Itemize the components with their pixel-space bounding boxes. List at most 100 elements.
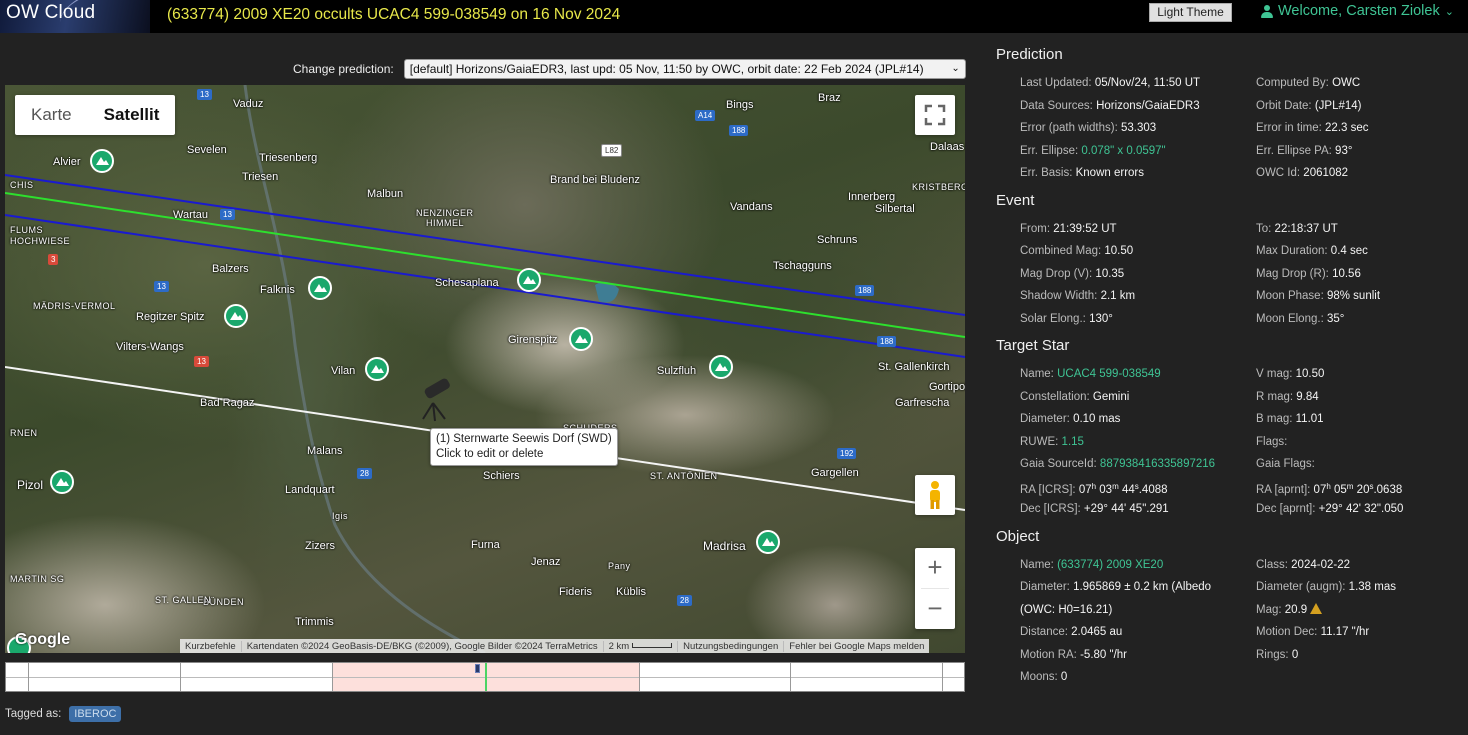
mountain-icon[interactable] (224, 304, 248, 328)
timeline-tick (28, 663, 29, 691)
telescope-icon[interactable] (422, 377, 451, 422)
tag-iberoc[interactable]: IBEROC (69, 706, 122, 722)
mountain-icon[interactable] (308, 276, 332, 300)
zoom-control: + − (915, 548, 955, 629)
place-label: Brand bei Bludenz (550, 174, 640, 186)
prediction-select-value: [default] Horizons/GaiaEDR3, last upd: 0… (409, 62, 924, 76)
detail-row: RA [ICRS]: 07h 03m 44s.4088 (1020, 481, 1168, 496)
mountain-icon[interactable] (756, 530, 780, 554)
map-type-satellit-button[interactable]: Satellit (88, 95, 176, 135)
road-label: 3 (48, 254, 59, 265)
mountain-icon[interactable] (517, 268, 541, 292)
detail-row: R mag: 9.84 (1256, 390, 1319, 403)
detail-row: Solar Elong.: 130° (1020, 312, 1113, 325)
place-label: MÄDRIS-VERMOL (33, 301, 116, 311)
road-label: L82 (601, 144, 623, 157)
detail-row: OWC Id: 2061082 (1256, 167, 1349, 179)
light-theme-button[interactable]: Light Theme (1149, 3, 1232, 22)
place-label: Bad Ragaz (200, 397, 255, 409)
user-icon (1261, 4, 1273, 18)
detail-row: Diameter (augm): 1.38 mas (1256, 581, 1396, 593)
fullscreen-button[interactable] (915, 95, 955, 135)
report-error-link[interactable]: Fehler bei Google Maps melden (783, 640, 929, 652)
mountain-icon[interactable] (50, 470, 74, 494)
place-label: FLUMS (10, 225, 44, 235)
prediction-grid: Last Updated: 05/Nov/24, 11:50 UT Comput… (1020, 72, 1466, 185)
keyboard-shortcuts-link[interactable]: Kurzbefehle (180, 641, 241, 652)
street-view-pegman[interactable] (915, 475, 955, 515)
place-label: Schiers (483, 470, 520, 482)
detail-row: Gaia SourceId: 887938416335897216 (1020, 458, 1216, 470)
detail-row: RUWE: 1.15 (1020, 435, 1084, 448)
ruwe-link[interactable]: 1.15 (1062, 436, 1084, 448)
section-title-prediction: Prediction (996, 46, 1063, 63)
place-label: Madrisa (703, 539, 746, 553)
detail-row: Moon Phase: 98% sunlit (1256, 290, 1381, 302)
timeline[interactable] (5, 662, 965, 692)
app-logo[interactable]: OW Cloud (0, 0, 150, 33)
map[interactable]: Vaduz Sevelen Triesenberg Triesen Malbun… (5, 85, 965, 653)
mountain-icon[interactable] (709, 355, 733, 379)
detail-row: (OWC: H0=16.21) (1020, 603, 1113, 616)
detail-row: Computed By: OWC (1256, 77, 1361, 89)
detail-row: Last Updated: 05/Nov/24, 11:50 UT (1020, 77, 1201, 89)
map-attribution: Kartendaten ©2024 GeoBasis-DE/BKG (©2009… (240, 640, 603, 652)
object-grid: Name: (633774) 2009 XE20 Class: 2024-02-… (1020, 554, 1466, 689)
map-footer: Kurzbefehle Kartendaten ©2024 GeoBasis-D… (180, 639, 930, 653)
terms-link[interactable]: Nutzungsbedingungen (677, 640, 783, 652)
place-label: Gortipohl (929, 381, 965, 393)
gaia-source-link[interactable]: 887938416335897216 (1100, 458, 1215, 470)
place-label: Silbertal (875, 203, 915, 215)
timeline-central-time (485, 663, 487, 691)
observer-tooltip[interactable]: (1) Sternwarte Seewis Dorf (SWD) Click t… (430, 428, 618, 466)
mountain-icon[interactable] (365, 357, 389, 381)
tags-label: Tagged as: (5, 708, 62, 720)
place-label: Vilters-Wangs (116, 341, 184, 353)
place-label: Braz (818, 92, 841, 104)
detail-row: Constellation: Gemini (1020, 390, 1130, 403)
fullscreen-icon (924, 104, 946, 126)
star-name-link[interactable]: UCAC4 599-038549 (1057, 368, 1161, 380)
road-label: 13 (194, 356, 209, 367)
zoom-out-button[interactable]: − (915, 589, 955, 629)
object-name-link[interactable]: (633774) 2009 XE20 (1057, 559, 1163, 571)
timeline-tick (790, 663, 791, 691)
prediction-select[interactable]: [default] Horizons/GaiaEDR3, last upd: 0… (403, 59, 966, 79)
place-label: HOCHWIESE (10, 236, 71, 246)
place-label: Balzers (212, 263, 249, 275)
error-ellipse-link[interactable]: 0.078" x 0.0597" (1081, 145, 1165, 157)
place-label: HIMMEL (426, 218, 465, 228)
timeline-slider-handle[interactable] (475, 664, 480, 673)
place-label: ST. ANTÖNIEN (650, 471, 718, 481)
place-label: Küblis (616, 586, 646, 598)
place-label: Wartau (173, 209, 209, 221)
prediction-selector: Change prediction: [default] Horizons/Ga… (293, 59, 966, 79)
place-label: Malbun (367, 188, 404, 200)
tags-row: Tagged as: IBEROC (5, 706, 122, 722)
place-label: KRISTBERG (912, 182, 965, 192)
place-label: Girenspitz (508, 334, 558, 346)
place-label: Regitzer Spitz (136, 311, 205, 323)
place-label: Vandans (730, 201, 773, 213)
detail-row: Err. Ellipse PA: 93° (1256, 144, 1353, 157)
place-label: Vaduz (233, 98, 264, 110)
place-label: Garfrescha (895, 397, 950, 409)
road-label: A14 (695, 110, 716, 121)
place-label: Pizol (17, 478, 44, 492)
detail-row: Data Sources: Horizons/GaiaEDR3 (1020, 99, 1200, 112)
scale-indicator[interactable]: 2 km (602, 640, 678, 652)
detail-row: Name: (633774) 2009 XE20 (1020, 558, 1164, 571)
place-label: Trimmis (295, 616, 334, 628)
user-menu[interactable]: Welcome, Carsten Ziolek ⌄ (1261, 3, 1454, 19)
event-grid: From: 21:39:52 UT To: 22:18:37 UT Combin… (1020, 218, 1466, 331)
place-label: Triesen (242, 171, 279, 183)
mountain-icon[interactable] (90, 149, 114, 173)
detail-row: Max Duration: 0.4 sec (1256, 245, 1368, 257)
detail-row: Err. Basis: Known errors (1020, 167, 1144, 179)
zoom-in-button[interactable]: + (915, 548, 955, 588)
map-type-karte-button[interactable]: Karte (15, 95, 88, 135)
map-overlay (5, 85, 965, 653)
google-logo[interactable]: Google (15, 631, 70, 649)
mountain-markers[interactable] (7, 149, 780, 653)
mountain-icon[interactable] (569, 327, 593, 351)
